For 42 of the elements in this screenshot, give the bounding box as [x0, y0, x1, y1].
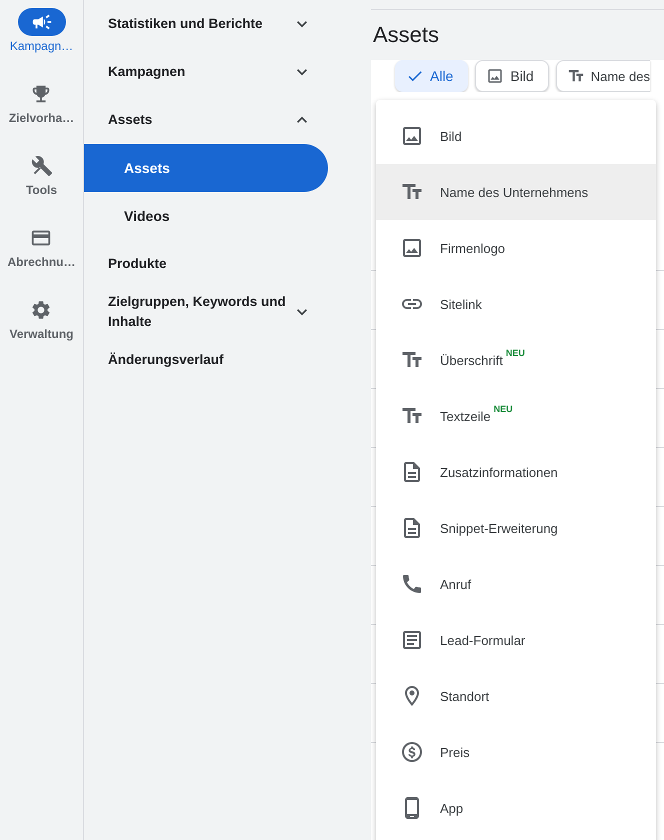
new-label: NEU	[494, 404, 513, 414]
nav-section-item[interactable]: Statistiken und Berichte	[84, 0, 328, 48]
menu-item[interactable]: Snippet-Erweiterung	[376, 500, 656, 556]
rail-item-label[interactable]: Verwaltung	[9, 327, 74, 341]
price-icon	[400, 740, 424, 764]
menu-item[interactable]: Textzeile NEU	[376, 388, 656, 444]
nav-sub-item[interactable]: Videos	[84, 192, 328, 240]
page-title: Assets	[372, 21, 440, 48]
nav-section-item[interactable]: Produkte	[84, 240, 328, 288]
rail-item-icon-button[interactable]	[18, 8, 66, 36]
image-icon	[486, 67, 504, 85]
nav-section-item[interactable]: Kampagnen	[84, 48, 328, 96]
phone-icon	[400, 572, 424, 596]
rail-item-label[interactable]: Tools	[26, 183, 58, 197]
image-icon	[400, 236, 424, 260]
menu-item[interactable]: Sitelink	[376, 276, 656, 332]
form-icon	[400, 628, 424, 652]
new-label: NEU	[506, 348, 525, 358]
image-icon	[400, 124, 424, 148]
menu-item[interactable]: Bild	[376, 108, 656, 164]
menu-item[interactable]: Überschrift NEU	[376, 332, 656, 388]
menu-item[interactable]: Anruf	[376, 556, 656, 612]
menu-item[interactable]: App	[376, 780, 656, 836]
menu-item[interactable]: Name des Unternehmens	[376, 164, 656, 220]
filter-chip[interactable]: Bild	[475, 60, 549, 92]
menu-item[interactable]: Firmenlogo	[376, 220, 656, 276]
nav-sub-item[interactable]: Assets	[84, 144, 328, 192]
filter-chip[interactable]: Alle	[395, 60, 468, 92]
rail-item-label[interactable]: Zielvorha…	[8, 111, 74, 125]
settings-icon	[30, 299, 52, 321]
tools-icon	[30, 155, 52, 177]
rail-item-label[interactable]: Abrechnu…	[7, 255, 76, 269]
menu-item[interactable]: Preis	[376, 724, 656, 780]
nav-section-item[interactable]: Assets	[84, 96, 328, 144]
menu-item[interactable]: Lead-Formular	[376, 612, 656, 668]
rail-item-label[interactable]: Kampagn…	[10, 39, 74, 53]
filter-chip[interactable]: Name des	[556, 60, 650, 92]
nav-section-item[interactable]: Änderungsverlauf	[84, 336, 328, 384]
nav-section-item[interactable]: Zielgruppen, Keywords und Inhalte	[84, 288, 328, 336]
menu-item[interactable]: Zusatzinformationen	[376, 444, 656, 500]
menu-item[interactable]: Standort	[376, 668, 656, 724]
trophy-icon	[30, 83, 52, 105]
